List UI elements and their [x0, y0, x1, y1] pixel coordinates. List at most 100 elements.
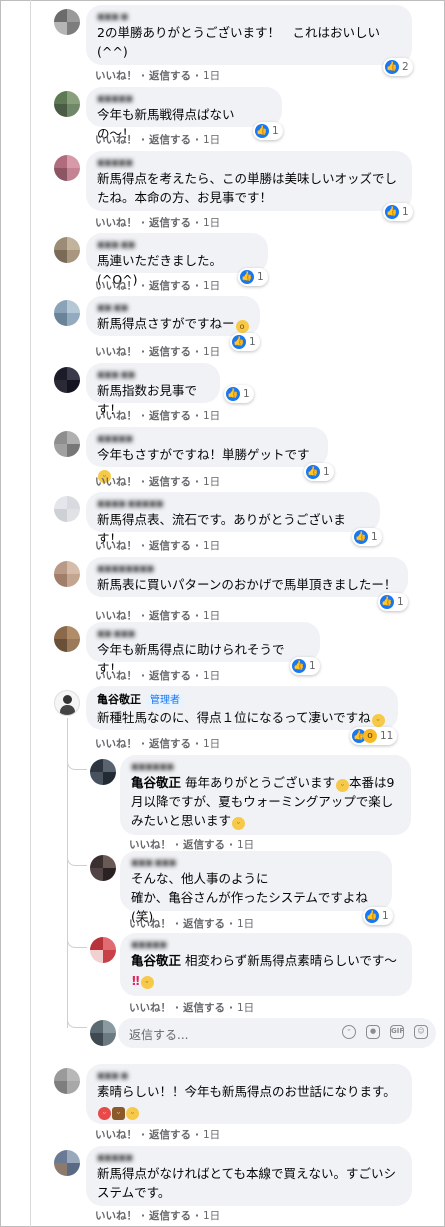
avatar[interactable]: [90, 759, 116, 785]
reply-button[interactable]: 返信する: [149, 410, 191, 422]
commenter-name[interactable]: ■■ ■■■: [97, 628, 309, 640]
commenter-name[interactable]: ■■■ ■■: [97, 369, 209, 381]
avatar[interactable]: [54, 626, 80, 652]
current-user-avatar[interactable]: [90, 1020, 116, 1046]
avatar[interactable]: [54, 561, 80, 587]
reaction-summary[interactable]: 👍 1: [383, 203, 413, 221]
reply-button[interactable]: 返信する: [149, 1210, 191, 1222]
avatar[interactable]: [54, 9, 80, 35]
like-button[interactable]: いいね！: [129, 839, 171, 851]
timestamp[interactable]: 1日: [203, 346, 220, 358]
avatar[interactable]: [54, 1150, 80, 1176]
commenter-name[interactable]: 亀谷敬正 管理者: [97, 692, 387, 708]
reaction-summary[interactable]: 👍 1: [363, 907, 393, 925]
reply-button[interactable]: 返信する: [149, 1129, 191, 1141]
reply-button[interactable]: 返信する: [149, 134, 191, 146]
mention-tag[interactable]: 亀谷敬正: [131, 775, 181, 790]
reply-button[interactable]: 返信する: [183, 1002, 225, 1014]
timestamp[interactable]: 1日: [203, 1129, 220, 1141]
like-button[interactable]: いいね！: [129, 918, 171, 930]
commenter-name[interactable]: ■■■ ■■: [97, 239, 257, 251]
commenter-name[interactable]: ■■■ ■: [97, 11, 401, 23]
avatar[interactable]: [54, 91, 80, 117]
reply-button[interactable]: 返信する: [183, 839, 225, 851]
avatar[interactable]: [90, 937, 116, 963]
reaction-summary[interactable]: 👍 o 11: [350, 727, 398, 745]
avatar[interactable]: [54, 431, 80, 457]
commenter-name[interactable]: ■■■■■: [97, 93, 271, 105]
timestamp[interactable]: 1日: [203, 280, 220, 292]
timestamp[interactable]: 1日: [203, 738, 220, 750]
like-button[interactable]: いいね！: [95, 670, 137, 682]
like-button[interactable]: いいね！: [95, 738, 137, 750]
avatar[interactable]: [54, 496, 80, 522]
like-button[interactable]: いいね！: [95, 70, 137, 82]
timestamp[interactable]: 1日: [203, 217, 220, 229]
reply-button[interactable]: 返信する: [149, 540, 191, 552]
reaction-summary[interactable]: 👍 1: [253, 122, 283, 140]
reply-button[interactable]: 返信する: [149, 670, 191, 682]
avatar[interactable]: [54, 690, 80, 716]
camera-icon[interactable]: ●: [366, 1025, 380, 1039]
commenter-name[interactable]: ■■■■■: [97, 433, 317, 445]
like-button[interactable]: いいね！: [95, 476, 137, 488]
commenter-name[interactable]: ■■ ■■: [97, 302, 249, 314]
like-button[interactable]: いいね！: [95, 410, 137, 422]
like-button[interactable]: いいね！: [95, 1129, 137, 1141]
commenter-name[interactable]: ■■■■■: [97, 157, 401, 169]
timestamp[interactable]: 1日: [203, 70, 220, 82]
commenter-name[interactable]: ■■■ ■■■: [131, 857, 381, 869]
commenter-name[interactable]: ■■■■ ■■■■■: [97, 498, 369, 510]
timestamp[interactable]: 1日: [237, 839, 254, 851]
like-button[interactable]: いいね！: [95, 346, 137, 358]
reaction-summary[interactable]: 👍 1: [230, 333, 260, 351]
mention-tag[interactable]: 亀谷敬正: [131, 953, 181, 968]
sticker-icon[interactable]: ☺: [414, 1025, 428, 1039]
avatar[interactable]: [54, 1068, 80, 1094]
commenter-name[interactable]: ■■■■■: [97, 1152, 401, 1164]
timestamp[interactable]: 1日: [203, 670, 220, 682]
reaction-summary[interactable]: 👍 1: [290, 657, 320, 675]
commenter-name[interactable]: ■■■ ■: [97, 1070, 401, 1082]
reply-button[interactable]: 返信する: [149, 70, 191, 82]
gif-icon[interactable]: GIF: [390, 1025, 404, 1039]
reply-input[interactable]: 返信する... ᵕ ● GIF ☺: [118, 1018, 436, 1048]
like-button[interactable]: いいね！: [95, 134, 137, 146]
commenter-name[interactable]: ■■■■■: [131, 939, 401, 951]
reaction-summary[interactable]: 👍 1: [224, 385, 254, 403]
emoji-icon[interactable]: ᵕ: [342, 1025, 356, 1039]
timestamp[interactable]: 1日: [203, 540, 220, 552]
timestamp[interactable]: 1日: [237, 1002, 254, 1014]
like-button[interactable]: いいね！: [95, 280, 137, 292]
avatar[interactable]: [90, 855, 116, 881]
reply-button[interactable]: 返信する: [149, 610, 191, 622]
avatar[interactable]: [54, 367, 80, 393]
timestamp[interactable]: 1日: [237, 918, 254, 930]
like-button[interactable]: いいね！: [95, 1210, 137, 1222]
like-button[interactable]: いいね！: [95, 610, 137, 622]
timestamp[interactable]: 1日: [203, 134, 220, 146]
reply-button[interactable]: 返信する: [149, 217, 191, 229]
reaction-summary[interactable]: 👍 1: [304, 463, 334, 481]
commenter-name[interactable]: ■■■■■■■■: [97, 563, 397, 575]
avatar[interactable]: [54, 237, 80, 263]
reaction-summary[interactable]: 👍 1: [352, 528, 382, 546]
timestamp[interactable]: 1日: [203, 476, 220, 488]
like-button[interactable]: いいね！: [95, 217, 137, 229]
avatar[interactable]: [54, 300, 80, 326]
timestamp[interactable]: 1日: [203, 410, 220, 422]
avatar[interactable]: [54, 155, 80, 181]
like-button[interactable]: いいね！: [129, 1002, 171, 1014]
reaction-summary[interactable]: 👍 1: [378, 593, 408, 611]
reaction-summary[interactable]: 👍 2: [383, 58, 413, 76]
reaction-summary[interactable]: 👍 1: [238, 268, 268, 286]
timestamp[interactable]: 1日: [203, 610, 220, 622]
reply-button[interactable]: 返信する: [149, 280, 191, 292]
reply-button[interactable]: 返信する: [149, 346, 191, 358]
timestamp[interactable]: 1日: [203, 1210, 220, 1222]
reply-button[interactable]: 返信する: [149, 476, 191, 488]
like-button[interactable]: いいね！: [95, 540, 137, 552]
reply-button[interactable]: 返信する: [183, 918, 225, 930]
commenter-name[interactable]: ■■■■■■: [131, 761, 400, 773]
reply-button[interactable]: 返信する: [149, 738, 191, 750]
